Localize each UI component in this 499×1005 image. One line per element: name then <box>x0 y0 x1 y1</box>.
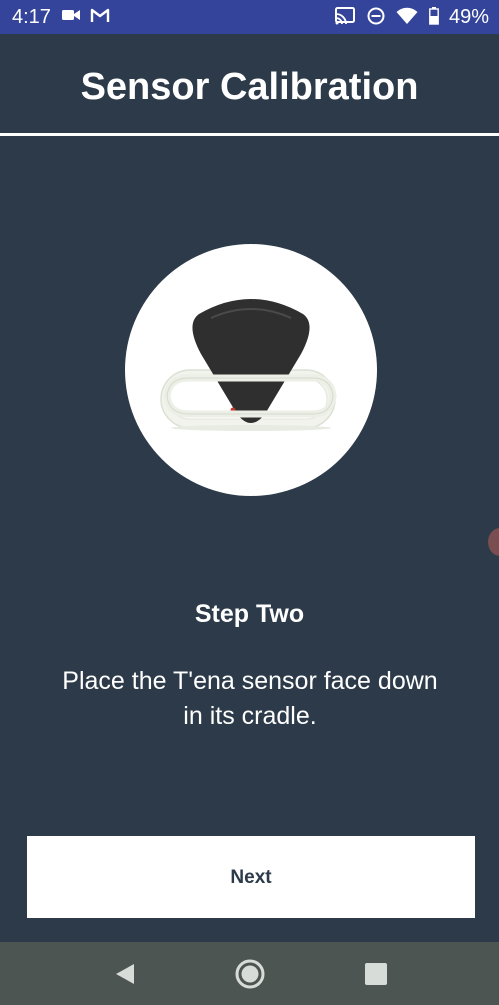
recents-icon[interactable] <box>360 958 392 990</box>
next-button[interactable]: Next <box>27 836 475 918</box>
status-bar: 4:17 49% <box>0 0 499 34</box>
video-camera-icon <box>62 8 80 22</box>
do-not-disturb-icon <box>367 7 385 25</box>
wifi-icon <box>396 7 418 25</box>
navigation-bar <box>0 942 499 1005</box>
page-title: Sensor Calibration <box>80 66 419 108</box>
home-icon[interactable] <box>234 958 266 990</box>
status-left-icons <box>62 7 110 23</box>
header-divider <box>0 133 499 136</box>
battery-percent: 49% <box>448 6 489 28</box>
step-description: Place the T'ena sensor face down in its … <box>62 667 438 730</box>
battery-icon <box>429 7 439 25</box>
edge-indicator-dot <box>488 528 499 556</box>
sensor-illustration <box>125 244 377 496</box>
status-time: 4:17 <box>12 6 51 28</box>
status-right-icons <box>334 7 439 25</box>
back-icon[interactable] <box>110 958 142 990</box>
step-title: Step Two <box>194 600 305 628</box>
gmail-icon <box>90 7 110 23</box>
cast-icon <box>334 7 356 25</box>
sensor-in-cradle-illustration <box>160 299 337 431</box>
